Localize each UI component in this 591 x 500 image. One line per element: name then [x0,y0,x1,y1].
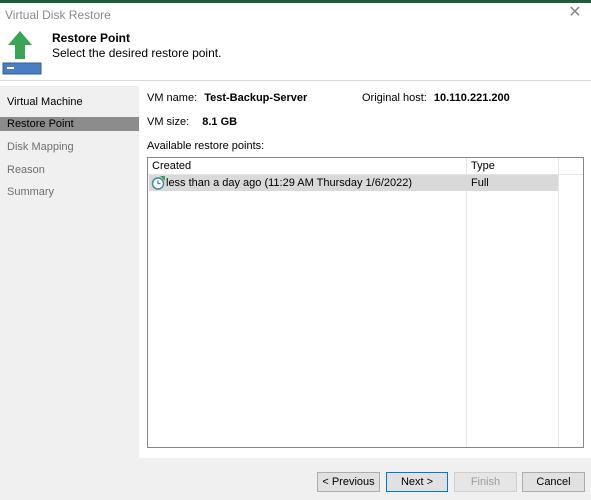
vm-size-label: VM size: [147,116,190,128]
sidebar-item-label: Reason [7,164,45,176]
sidebar-item-virtual-machine[interactable]: Virtual Machine [0,95,139,109]
vm-size-value: 8.1 GB [202,116,238,128]
original-host-field: Original host: 10.110.221.200 [362,92,510,104]
page-subtitle: Select the desired restore point. [52,46,222,60]
restore-point-clock-icon [151,176,165,190]
list-item[interactable]: less than a day ago (11:29 AM Thursday 1… [149,175,558,191]
sidebar-item-label: Disk Mapping [7,141,74,153]
column-divider [558,158,559,447]
sidebar-item-label: Virtual Machine [7,96,83,108]
sidebar-item-summary[interactable]: Summary [0,185,139,199]
vm-name-label: VM name: [147,92,198,104]
finish-button[interactable]: Finish [454,472,517,492]
wizard-footer: < Previous Next > Finish Cancel [0,458,591,500]
wizard-steps-sidebar: Virtual Machine Restore Point Disk Mappi… [0,86,139,458]
header-divider [0,80,591,81]
sidebar-item-label: Restore Point [7,118,74,130]
sidebar-item-label: Summary [7,186,55,198]
column-header-created[interactable]: Created [152,160,191,172]
sidebar-item-reason[interactable]: Reason [0,163,139,177]
original-host-label: Original host: [362,92,427,104]
wizard-header: Restore Point Select the desired restore… [0,25,591,78]
page-title: Restore Point [52,31,131,45]
title-bar: Virtual Disk Restore ✕ [0,3,591,25]
restore-points-list[interactable]: Created Type less than a day ago (11:29 … [147,157,584,448]
next-button[interactable]: Next > [386,472,448,492]
close-icon[interactable]: ✕ [567,5,583,21]
restore-point-created: less than a day ago (11:29 AM Thursday 1… [166,177,413,189]
column-divider [466,158,467,447]
restore-point-type: Full [471,177,489,189]
sidebar-item-disk-mapping[interactable]: Disk Mapping [0,140,139,154]
vm-name-field: VM name: Test-Backup-Server [147,92,307,104]
previous-button[interactable]: < Previous [317,472,380,492]
column-header-type[interactable]: Type [471,160,495,172]
restore-arrow-icon [2,29,42,75]
cancel-button[interactable]: Cancel [522,472,585,492]
vm-size-field: VM size: 8.1 GB [147,116,237,128]
window-title: Virtual Disk Restore [5,8,111,22]
original-host-value: 10.110.221.200 [433,92,510,104]
vm-name-value: Test-Backup-Server [204,92,308,104]
sidebar-item-restore-point[interactable]: Restore Point [0,117,139,131]
list-header: Created Type [148,158,583,175]
restore-points-label: Available restore points: [147,140,265,152]
